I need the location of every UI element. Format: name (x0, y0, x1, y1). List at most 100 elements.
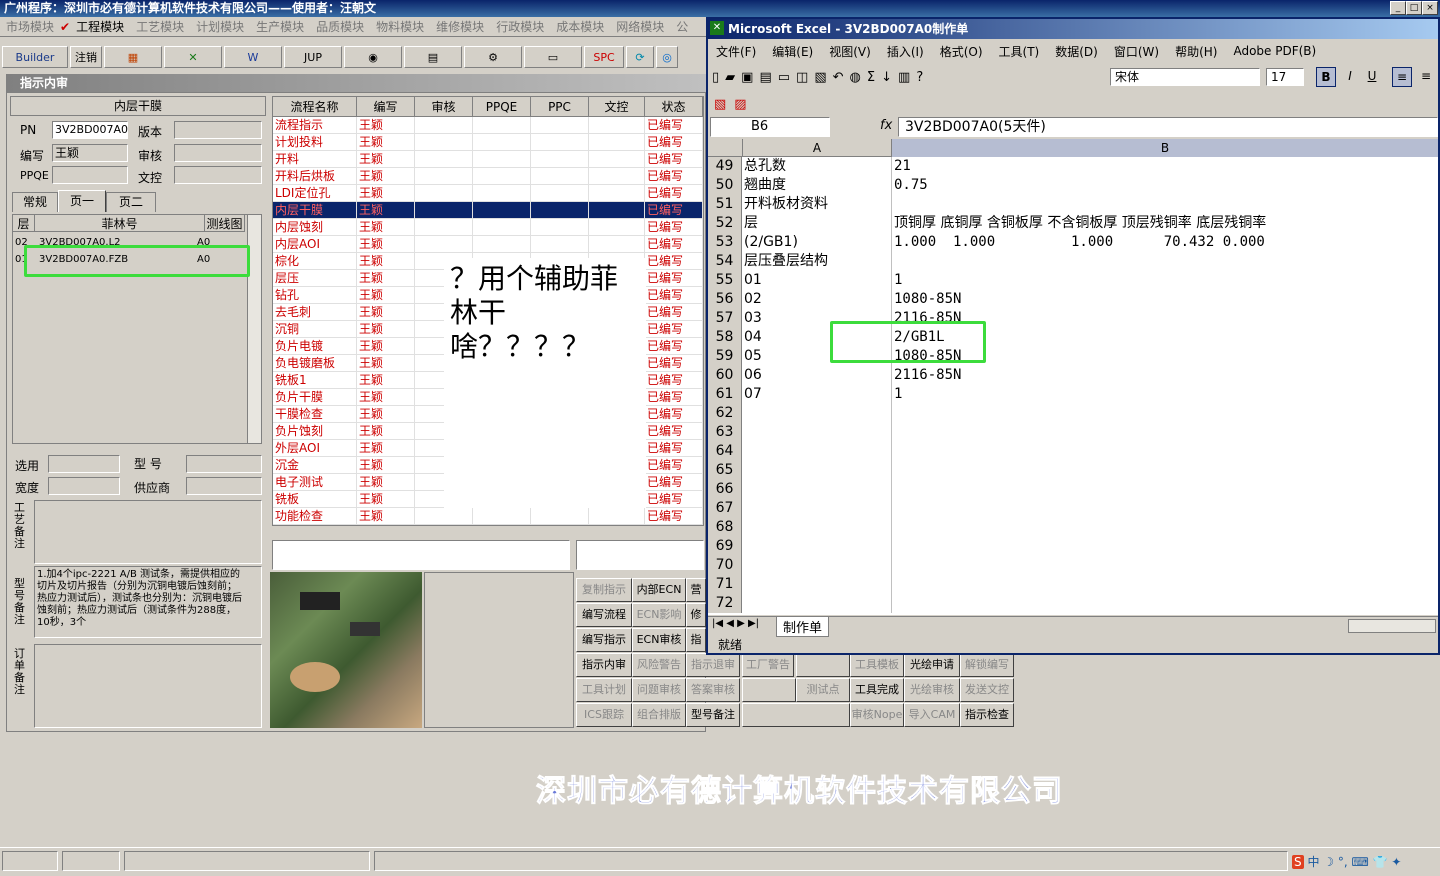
action-button[interactable]: 测试点 (796, 678, 850, 702)
excel-menu-item[interactable]: 视图(V) (821, 43, 879, 60)
cell-a[interactable] (742, 423, 892, 442)
logout-button[interactable]: 注销 (70, 46, 102, 68)
action-button[interactable]: 发送文控 (960, 678, 1014, 702)
table-row[interactable]: 功能检查 王颖 已编写 (273, 508, 703, 525)
flow-combo[interactable] (272, 540, 570, 570)
cell-b[interactable]: 1 (892, 385, 1438, 404)
cell-a[interactable]: 层 (742, 214, 892, 233)
action-button[interactable]: 复制指示 (576, 578, 632, 602)
row-header[interactable]: 49 (708, 157, 742, 176)
network-icon[interactable]: ⚙ (464, 46, 522, 68)
sheet-nav-icons[interactable]: |◀ ◀ ▶ ▶| (712, 618, 759, 629)
new-icon[interactable]: ▯ (712, 70, 719, 85)
cell-a[interactable] (742, 404, 892, 423)
table-row[interactable]: 开料 王颖 已编写 (273, 151, 703, 168)
cell-a[interactable] (742, 537, 892, 556)
action-button[interactable]: 工具完成 (850, 678, 904, 702)
cell-a[interactable]: 开料板材资料 (742, 195, 892, 214)
row-header[interactable]: 58 (708, 328, 742, 347)
writer-field[interactable]: 王颖 (52, 144, 128, 162)
row-header[interactable]: 62 (708, 404, 742, 423)
cell-a[interactable]: 层压叠层结构 (742, 252, 892, 271)
ppqe-field[interactable] (52, 166, 128, 184)
horizontal-scrollbar[interactable] (1348, 619, 1436, 633)
sum-icon[interactable]: Σ (867, 70, 875, 85)
action-button[interactable]: 指示内审 (576, 653, 632, 677)
cell-b[interactable] (892, 404, 1438, 423)
action-button[interactable]: 答案审核 (686, 678, 740, 702)
action-button[interactable]: 修 (686, 603, 706, 627)
action-button[interactable]: 导入CAM (904, 703, 960, 727)
select-field[interactable] (48, 455, 120, 473)
bold-button[interactable]: B (1316, 67, 1336, 87)
cell-b[interactable]: 顶铜厚 底铜厚 含铜板厚 不含铜板厚 顶层残铜率 底层残铜率 (892, 214, 1438, 233)
cell-a[interactable] (742, 499, 892, 518)
row-header[interactable]: 52 (708, 214, 742, 233)
row-header[interactable]: 72 (708, 594, 742, 613)
flow-col-header[interactable]: 状态 (645, 97, 703, 117)
action-button[interactable]: 内部ECN (632, 578, 686, 602)
cell-a[interactable]: 07 (742, 385, 892, 404)
column-a-header[interactable]: A (742, 139, 892, 157)
cell-a[interactable] (742, 461, 892, 480)
row-header[interactable]: 64 (708, 442, 742, 461)
cell-b[interactable] (892, 480, 1438, 499)
tab-page-one[interactable]: 页一 (58, 190, 106, 212)
module-menu-item[interactable]: 市场模块 (0, 18, 60, 35)
action-button[interactable]: 组合排版 (632, 703, 686, 727)
cell-b[interactable] (892, 499, 1438, 518)
flow-col-header[interactable]: 编写 (357, 97, 415, 117)
excel-menu-item[interactable]: 数据(D) (1047, 43, 1106, 60)
cell-b[interactable]: 1080-85N (892, 290, 1438, 309)
row-header[interactable]: 54 (708, 252, 742, 271)
flow-col-header[interactable]: 审核 (415, 97, 473, 117)
action-button[interactable]: 营 (686, 578, 706, 602)
action-button[interactable]: 光绘审核 (904, 678, 960, 702)
font-name-select[interactable]: 宋体 (1110, 68, 1260, 86)
row-header[interactable]: 66 (708, 480, 742, 499)
module-menu-item[interactable]: 品质模块 (310, 18, 370, 35)
pdf-mail-icon[interactable]: ▨ (734, 97, 746, 112)
tab-page-two[interactable]: 页二 (106, 192, 156, 212)
underline-button[interactable]: U (1362, 67, 1382, 87)
action-button[interactable]: 型号备注 (686, 703, 740, 727)
pn-field[interactable]: 3V2BD007A0 (52, 121, 128, 139)
version-field[interactable] (174, 121, 262, 139)
action-button[interactable]: 指示检查 (960, 703, 1014, 727)
column-b-header[interactable]: B (892, 139, 1438, 157)
flow-col-header[interactable]: PPC (531, 97, 589, 117)
cell-b[interactable]: 2116-85N (892, 366, 1438, 385)
flow-col-header[interactable]: 文控 (589, 97, 645, 117)
cell-b[interactable] (892, 442, 1438, 461)
pdf-icon[interactable]: ▧ (714, 97, 726, 112)
action-button[interactable]: 编写指示 (576, 628, 632, 652)
cell-a[interactable] (742, 518, 892, 537)
excel-menu-item[interactable]: Adobe PDF(B) (1225, 44, 1324, 58)
font-size-select[interactable]: 17 (1266, 68, 1304, 86)
cell-b[interactable] (892, 195, 1438, 214)
cell-a[interactable] (742, 480, 892, 499)
row-header[interactable]: 60 (708, 366, 742, 385)
cell-a[interactable]: 翘曲度 (742, 176, 892, 195)
maximize-button[interactable]: □ (1406, 1, 1422, 15)
table-row[interactable]: 内层AOI 王颖 已编写 (273, 236, 703, 253)
action-button[interactable]: 工具模板 (850, 653, 904, 677)
module-menu-item[interactable]: 工程模块 (70, 18, 130, 35)
name-box[interactable]: B6 (710, 117, 830, 137)
table-row[interactable]: 流程指示 王颖 已编写 (273, 117, 703, 134)
module-menu-item[interactable]: 成本模块 (550, 18, 610, 35)
excel-menu-item[interactable]: 工具(T) (991, 43, 1048, 60)
model-field[interactable] (186, 455, 262, 473)
help-icon[interactable]: ? (916, 70, 923, 85)
craft-note-field[interactable] (34, 500, 262, 564)
action-button[interactable]: ECN影响 (632, 603, 686, 627)
action-button[interactable]: 解锁编写 (960, 653, 1014, 677)
spc-button[interactable]: SPC (584, 46, 624, 68)
cell-b[interactable]: 21 (892, 157, 1438, 176)
cell-b[interactable]: 1 (892, 271, 1438, 290)
row-header[interactable]: 55 (708, 271, 742, 290)
row-header[interactable]: 57 (708, 309, 742, 328)
width-field[interactable] (48, 477, 120, 495)
action-button[interactable]: 指示退审 (686, 653, 740, 677)
database-icon[interactable]: ▤ (404, 46, 462, 68)
